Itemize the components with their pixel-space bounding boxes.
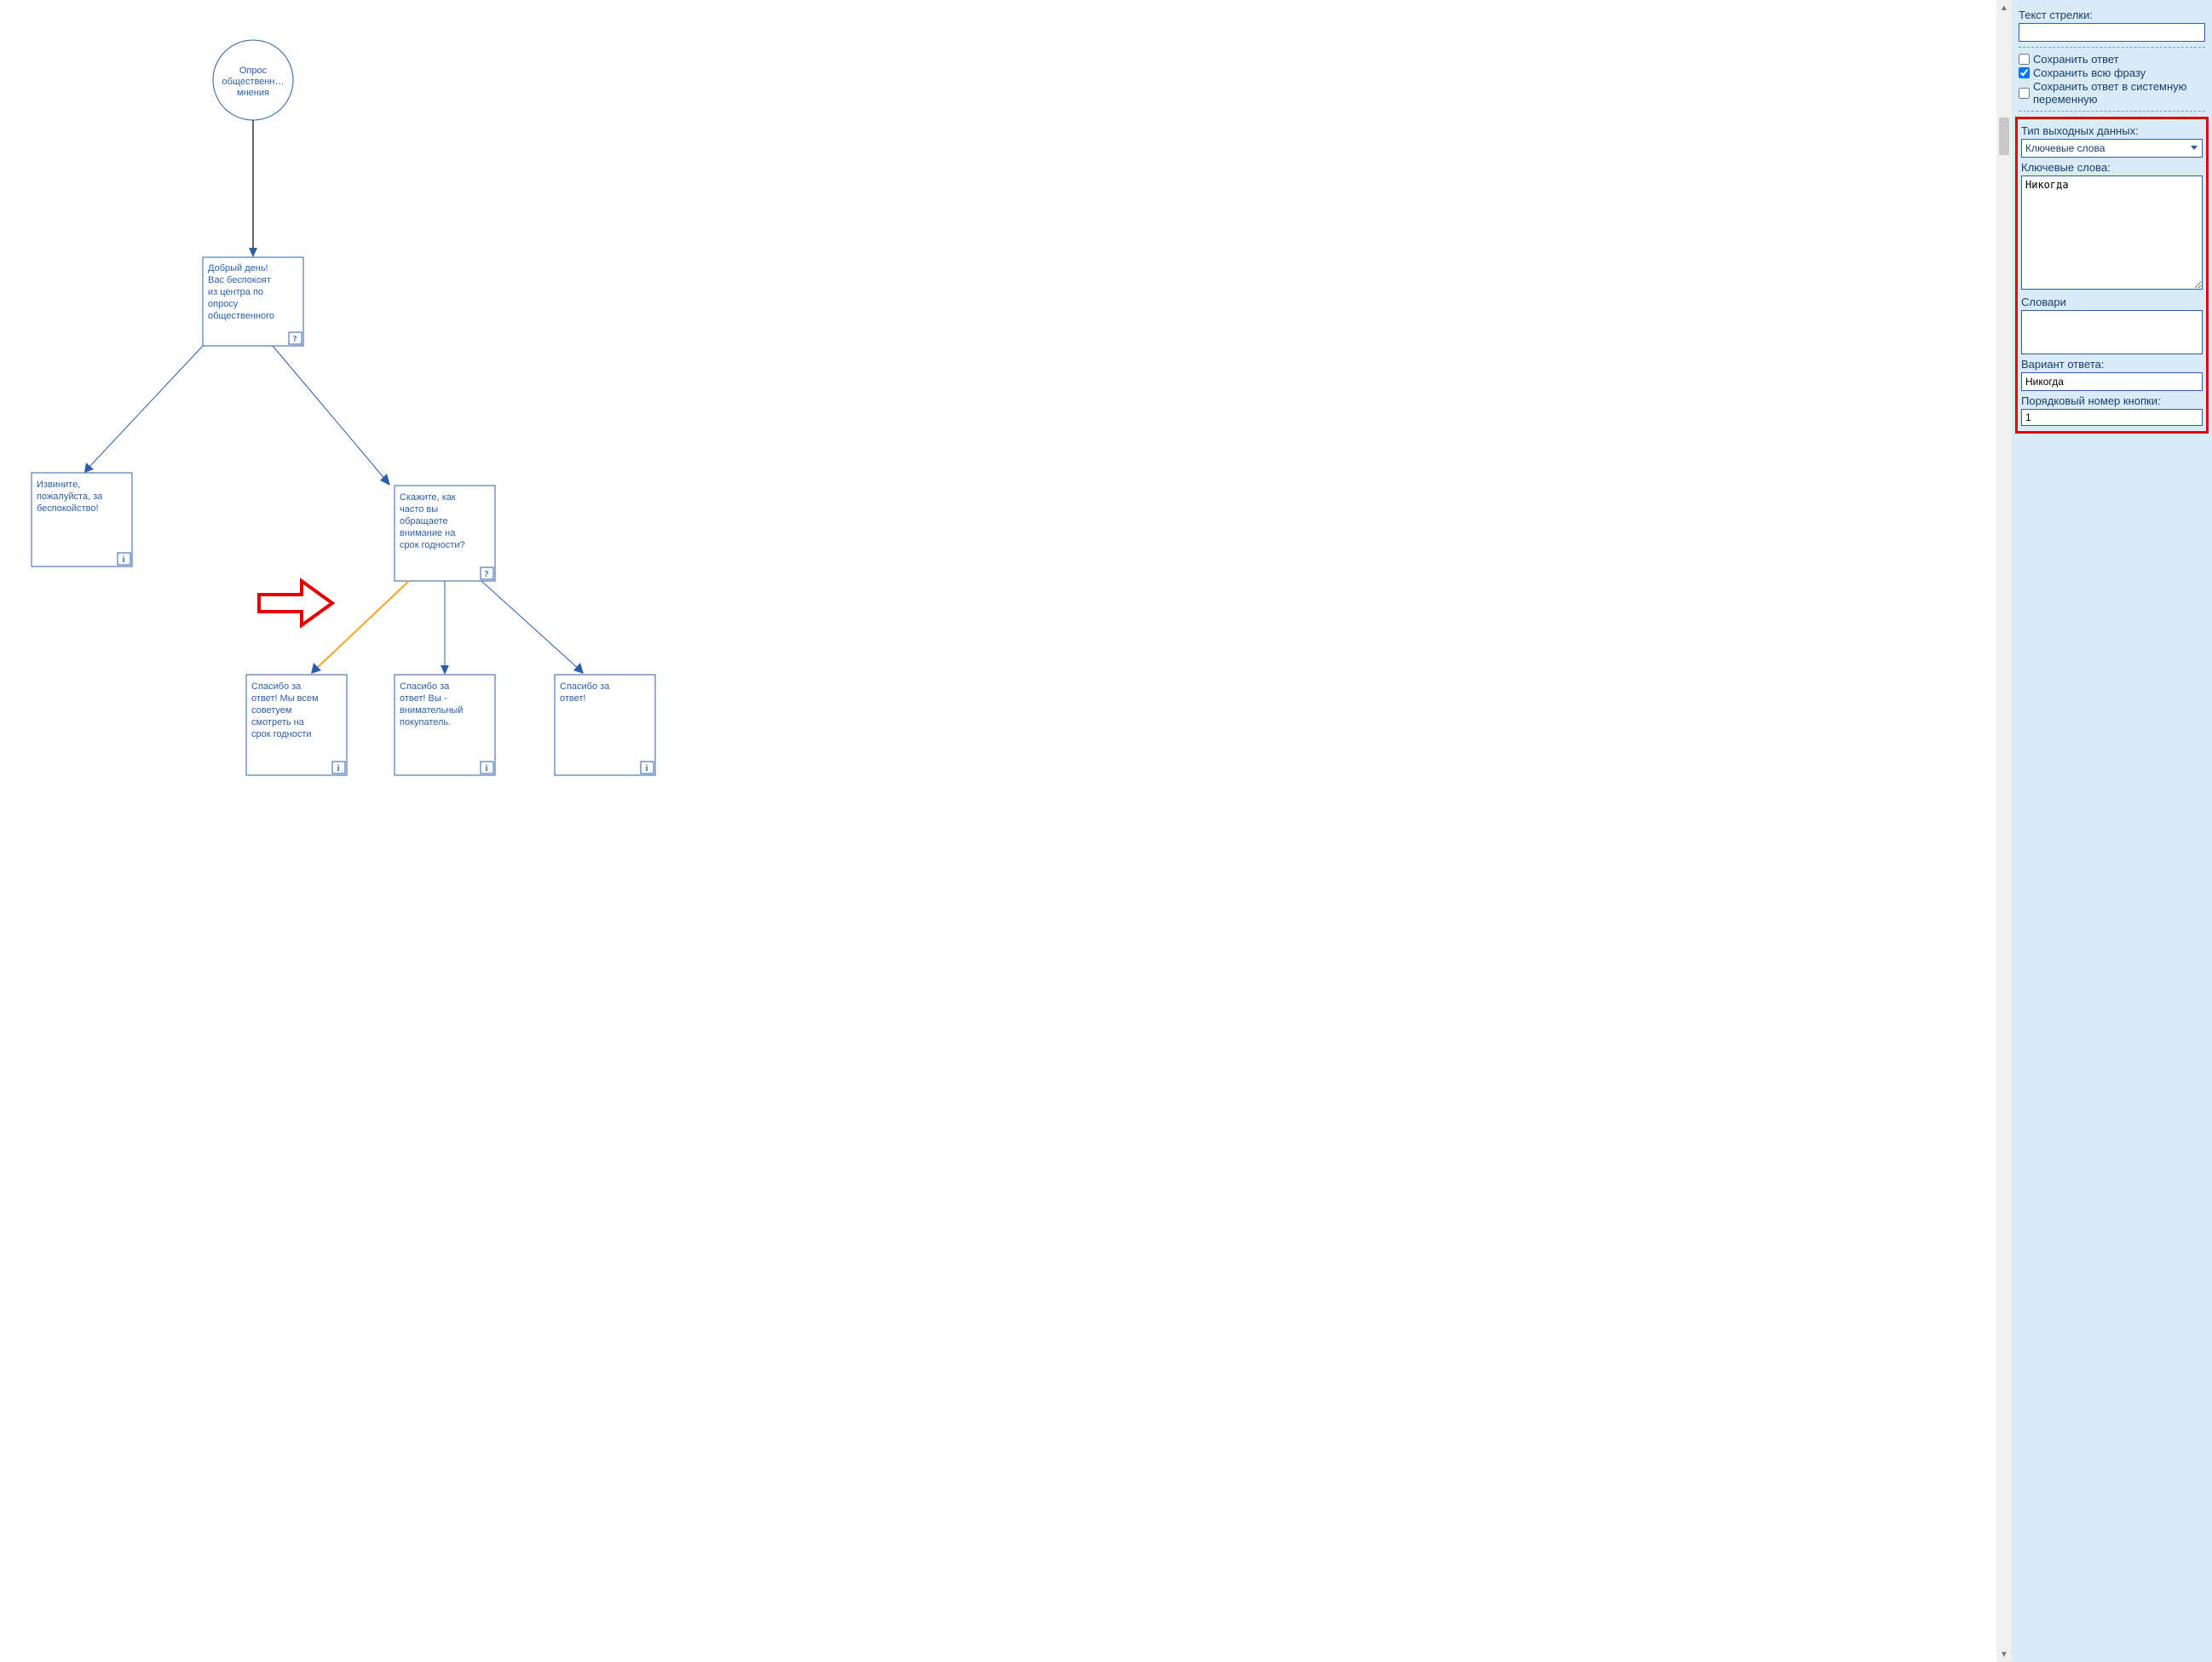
svg-text:советуем: советуем: [251, 705, 291, 716]
diagram-canvas[interactable]: Опрос общественн… мнения Добрый день! Ва…: [0, 0, 1996, 1662]
svg-text:Вас беспокоят: Вас беспокоят: [208, 275, 271, 285]
node-apology[interactable]: Извините, пожалуйста, за беспокойство! i: [32, 473, 132, 566]
edge-greeting-question[interactable]: [273, 346, 390, 486]
app-root: Опрос общественн… мнения Добрый день! Ва…: [0, 0, 2212, 1662]
edge-question-ans3[interactable]: [481, 581, 584, 674]
save-answer-checkbox[interactable]: [2019, 54, 2030, 65]
callout-arrow-icon: [259, 581, 332, 625]
info-icon: i: [646, 764, 648, 773]
keywords-label: Ключевые слова:: [2021, 161, 2203, 174]
vertical-scrollbar[interactable]: ▲ ▼: [1996, 0, 2012, 1662]
svg-text:часто вы: часто вы: [400, 504, 438, 515]
svg-text:мнения: мнения: [237, 88, 269, 98]
svg-text:ответ! Вы -: ответ! Вы -: [400, 693, 447, 704]
properties-panel: Текст стрелки: Сохранить ответ Сохранить…: [2012, 0, 2212, 1662]
edge-question-ans1-selected[interactable]: [311, 581, 409, 674]
svg-text:Спасибо за: Спасибо за: [400, 681, 450, 692]
save-sysvar-label: Сохранить ответ в системную переменную: [2033, 80, 2205, 106]
svg-text:внимательный: внимательный: [400, 705, 463, 716]
answer-variant-input[interactable]: [2021, 372, 2203, 391]
output-type-label: Тип выходных данных:: [2021, 124, 2203, 137]
save-sysvar-checkbox[interactable]: [2019, 88, 2030, 99]
info-icon: i: [337, 764, 340, 773]
button-order-input[interactable]: [2021, 409, 2203, 426]
svg-text:ответ! Мы всем: ответ! Мы всем: [251, 693, 319, 704]
edge-start-greeting[interactable]: [249, 120, 257, 257]
svg-text:беспокойство!: беспокойство!: [37, 503, 99, 514]
divider: [2019, 47, 2205, 48]
svg-text:общественного: общественного: [208, 311, 274, 321]
scroll-thumb[interactable]: [1999, 118, 2009, 155]
svg-text:покупатель.: покупатель.: [400, 717, 451, 727]
svg-text:срок годности: срок годности: [251, 729, 312, 739]
save-phrase-label: Сохранить всю фразу: [2033, 66, 2146, 79]
svg-text:срок годности?: срок годности?: [400, 540, 465, 550]
svg-text:опросу: опросу: [208, 299, 239, 309]
arrow-text-input[interactable]: [2019, 23, 2205, 42]
svg-text:Добрый день!: Добрый день!: [208, 263, 268, 273]
svg-text:обращаете: обращаете: [400, 516, 448, 526]
node-question[interactable]: Скажите, как часто вы обращаете внимание…: [395, 486, 495, 581]
svg-text:Скажите, как: Скажите, как: [400, 492, 456, 503]
arrow-text-label: Текст стрелки:: [2019, 9, 2205, 21]
svg-text:Спасибо за: Спасибо за: [560, 681, 610, 692]
save-phrase-checkbox[interactable]: [2019, 67, 2030, 78]
scroll-track[interactable]: [1996, 15, 2012, 1647]
button-order-label: Порядковый номер кнопки:: [2021, 394, 2203, 407]
highlighted-section: Тип выходных данных: Ключевые слова Ключ…: [2015, 117, 2209, 434]
dicts-listbox[interactable]: [2021, 310, 2203, 354]
svg-text:внимание на: внимание на: [400, 528, 456, 538]
svg-text:Опрос: Опрос: [239, 66, 268, 76]
info-icon: i: [123, 555, 125, 565]
edge-greeting-apology[interactable]: [84, 346, 203, 473]
output-type-select[interactable]: Ключевые слова: [2021, 139, 2203, 158]
scroll-up-icon[interactable]: ▲: [1996, 0, 2012, 15]
node-greeting[interactable]: Добрый день! Вас беспокоят из центра по …: [203, 257, 303, 346]
divider: [2019, 111, 2205, 112]
edge-question-ans2[interactable]: [441, 581, 449, 675]
node-answer-1[interactable]: Спасибо за ответ! Мы всем советуем смотр…: [246, 675, 347, 775]
node-answer-2[interactable]: Спасибо за ответ! Вы - внимательный поку…: [395, 675, 495, 775]
node-answer-3[interactable]: Спасибо за ответ! i: [555, 675, 655, 775]
save-answer-label: Сохранить ответ: [2033, 53, 2119, 66]
svg-text:Извините,: Извините,: [37, 480, 80, 490]
svg-text:общественн…: общественн…: [222, 77, 285, 87]
svg-text:из центра по: из центра по: [208, 287, 263, 297]
node-start[interactable]: Опрос общественн… мнения: [213, 40, 293, 120]
question-icon: ?: [485, 570, 489, 579]
svg-text:пожалуйста, за: пожалуйста, за: [37, 492, 103, 502]
info-icon: i: [486, 764, 488, 773]
answer-variant-label: Вариант ответа:: [2021, 358, 2203, 371]
dicts-label: Словари: [2021, 296, 2203, 308]
question-icon: ?: [293, 335, 297, 344]
svg-text:Спасибо за: Спасибо за: [251, 681, 302, 692]
svg-text:смотреть на: смотреть на: [251, 717, 305, 727]
keywords-textarea[interactable]: Никогда: [2021, 175, 2203, 290]
svg-text:ответ!: ответ!: [560, 693, 585, 704]
scroll-down-icon[interactable]: ▼: [1996, 1647, 2012, 1662]
